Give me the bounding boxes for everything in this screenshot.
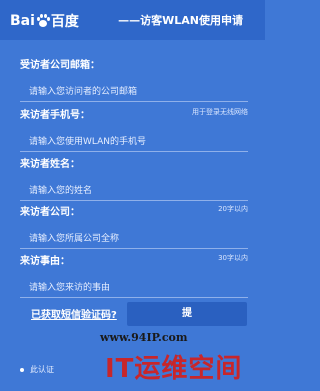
visitor-name-input[interactable]: 请输入您的姓名 xyxy=(20,182,248,201)
company-email-field: 受访者公司邮箱： 请输入您访问者的公司邮箱 xyxy=(20,56,248,102)
watermark-url: www.94IP.com xyxy=(100,331,188,344)
logo-text-right: 百度 xyxy=(50,14,79,30)
visitor-company-field: 来访者公司： 20字以内 请输入您所属公司全称 xyxy=(20,203,248,249)
sms-code-link[interactable]: 已获取短信验证码? xyxy=(31,306,117,321)
visitor-company-hint: 20字以内 xyxy=(218,205,248,213)
watermark-text: IT运维空间 xyxy=(105,354,243,384)
header-bar: Bai 百度 ——访客WLAN使用申请 xyxy=(0,0,265,40)
logo-text-left: Bai xyxy=(10,13,35,29)
visitor-name-field: 来访者姓名： 请输入您的姓名 xyxy=(20,155,248,201)
paw-icon xyxy=(36,14,50,28)
bullet-icon xyxy=(20,368,24,372)
phone-field: 来访者手机号： 用于登录无线网络 请输入您使用WLAN的手机号 xyxy=(20,106,248,152)
visit-reason-label: 来访事由： xyxy=(20,256,70,267)
visit-reason-hint: 30字以内 xyxy=(218,254,248,262)
visit-reason-field: 来访事由： 30字以内 请输入您来访的事由 xyxy=(20,252,248,298)
company-email-label: 受访者公司邮箱： xyxy=(20,60,100,71)
page-title: ——访客WLAN使用申请 xyxy=(118,14,243,27)
visitor-company-input[interactable]: 请输入您所属公司全称 xyxy=(20,230,248,249)
auth-note: 此认证 xyxy=(30,365,54,374)
visitor-company-label: 来访者公司： xyxy=(20,207,80,218)
phone-hint: 用于登录无线网络 xyxy=(192,108,248,116)
company-email-input[interactable]: 请输入您访问者的公司邮箱 xyxy=(20,83,248,102)
baidu-logo: Bai 百度 xyxy=(10,11,79,31)
visitor-name-label: 来访者姓名： xyxy=(20,159,80,170)
phone-input[interactable]: 请输入您使用WLAN的手机号 xyxy=(20,133,248,152)
visit-reason-input[interactable]: 请输入您来访的事由 xyxy=(20,279,248,298)
verify-row: 已获取短信验证码? 提 xyxy=(0,300,265,326)
submit-button[interactable]: 提 xyxy=(127,302,247,326)
